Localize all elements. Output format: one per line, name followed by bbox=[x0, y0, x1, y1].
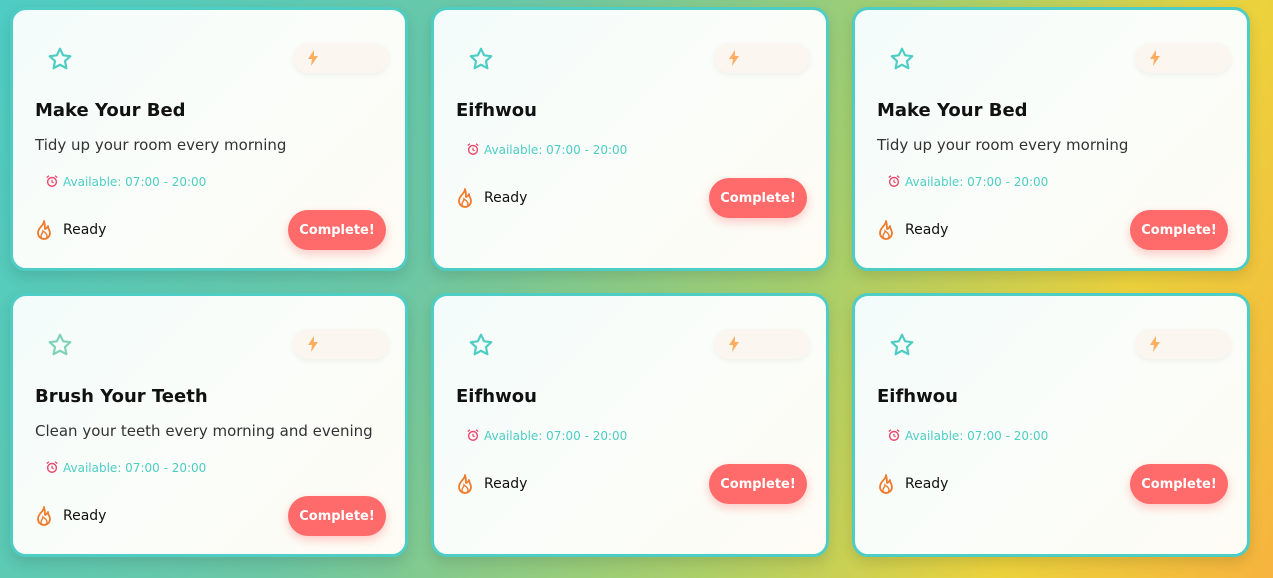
star-icon[interactable] bbox=[889, 46, 915, 72]
lightning-icon bbox=[1150, 336, 1160, 352]
complete-button[interactable]: Complete! bbox=[709, 464, 807, 504]
availability-label: Available: 07:00 - 20:00 bbox=[887, 174, 1048, 189]
points-badge bbox=[293, 43, 389, 73]
flame-icon bbox=[458, 474, 472, 494]
availability-label: Available: 07:00 - 20:00 bbox=[466, 142, 627, 157]
complete-button[interactable]: Complete! bbox=[709, 178, 807, 218]
task-description: Tidy up your room every morning bbox=[877, 136, 1129, 154]
star-icon[interactable] bbox=[47, 46, 73, 72]
star-icon[interactable] bbox=[889, 332, 915, 358]
alarm-clock-icon bbox=[467, 429, 479, 441]
status-text: Ready bbox=[484, 476, 528, 492]
alarm-clock-icon bbox=[46, 175, 58, 187]
flame-icon bbox=[879, 474, 893, 494]
complete-button[interactable]: Complete! bbox=[288, 210, 386, 250]
task-description: Tidy up your room every morning bbox=[35, 136, 287, 154]
lightning-icon bbox=[729, 336, 739, 352]
task-title: Make Your Bed bbox=[35, 100, 186, 121]
task-title: Brush Your Teeth bbox=[35, 386, 208, 407]
lightning-icon bbox=[1150, 50, 1160, 66]
availability-label: Available: 07:00 - 20:00 bbox=[45, 174, 206, 189]
availability-label: Available: 07:00 - 20:00 bbox=[466, 428, 627, 443]
points-badge bbox=[714, 43, 810, 73]
points-badge bbox=[714, 329, 810, 359]
task-title: Eifhwou bbox=[456, 386, 537, 407]
task-card: Eifhwou Available: 07:00 - 20:00 Ready C… bbox=[431, 7, 829, 271]
alarm-clock-icon bbox=[888, 429, 900, 441]
availability-text: Available: 07:00 - 20:00 bbox=[905, 429, 1049, 443]
availability-text: Available: 07:00 - 20:00 bbox=[484, 429, 628, 443]
task-card: Eifhwou Available: 07:00 - 20:00 Ready C… bbox=[431, 293, 829, 557]
availability-label: Available: 07:00 - 20:00 bbox=[45, 460, 206, 475]
flame-icon bbox=[879, 220, 893, 240]
status-text: Ready bbox=[63, 222, 107, 238]
lightning-icon bbox=[308, 50, 318, 66]
points-badge bbox=[1135, 329, 1231, 359]
points-badge bbox=[293, 329, 389, 359]
availability-label: Available: 07:00 - 20:00 bbox=[887, 428, 1048, 443]
alarm-clock-icon bbox=[467, 143, 479, 155]
availability-text: Available: 07:00 - 20:00 bbox=[63, 461, 207, 475]
complete-button[interactable]: Complete! bbox=[288, 496, 386, 536]
star-icon[interactable] bbox=[468, 332, 494, 358]
status-text: Ready bbox=[905, 222, 949, 238]
points-badge bbox=[1135, 43, 1231, 73]
task-card: Make Your Bed Tidy up your room every mo… bbox=[852, 7, 1250, 271]
availability-text: Available: 07:00 - 20:00 bbox=[484, 143, 628, 157]
status-text: Ready bbox=[905, 476, 949, 492]
flame-icon bbox=[458, 188, 472, 208]
star-icon[interactable] bbox=[47, 332, 73, 358]
task-title: Eifhwou bbox=[877, 386, 958, 407]
task-card: Eifhwou Available: 07:00 - 20:00 Ready C… bbox=[852, 293, 1250, 557]
status-text: Ready bbox=[484, 190, 528, 206]
flame-icon bbox=[37, 220, 51, 240]
task-title: Make Your Bed bbox=[877, 100, 1028, 121]
availability-text: Available: 07:00 - 20:00 bbox=[905, 175, 1049, 189]
lightning-icon bbox=[729, 50, 739, 66]
status-text: Ready bbox=[63, 508, 107, 524]
alarm-clock-icon bbox=[888, 175, 900, 187]
task-title: Eifhwou bbox=[456, 100, 537, 121]
task-card: Brush Your Teeth Clean your teeth every … bbox=[10, 293, 408, 557]
task-description: Clean your teeth every morning and eveni… bbox=[35, 422, 373, 440]
availability-text: Available: 07:00 - 20:00 bbox=[63, 175, 207, 189]
flame-icon bbox=[37, 506, 51, 526]
lightning-icon bbox=[308, 336, 318, 352]
complete-button[interactable]: Complete! bbox=[1130, 210, 1228, 250]
complete-button[interactable]: Complete! bbox=[1130, 464, 1228, 504]
star-icon[interactable] bbox=[468, 46, 494, 72]
task-card: Make Your Bed Tidy up your room every mo… bbox=[10, 7, 408, 271]
alarm-clock-icon bbox=[46, 461, 58, 473]
